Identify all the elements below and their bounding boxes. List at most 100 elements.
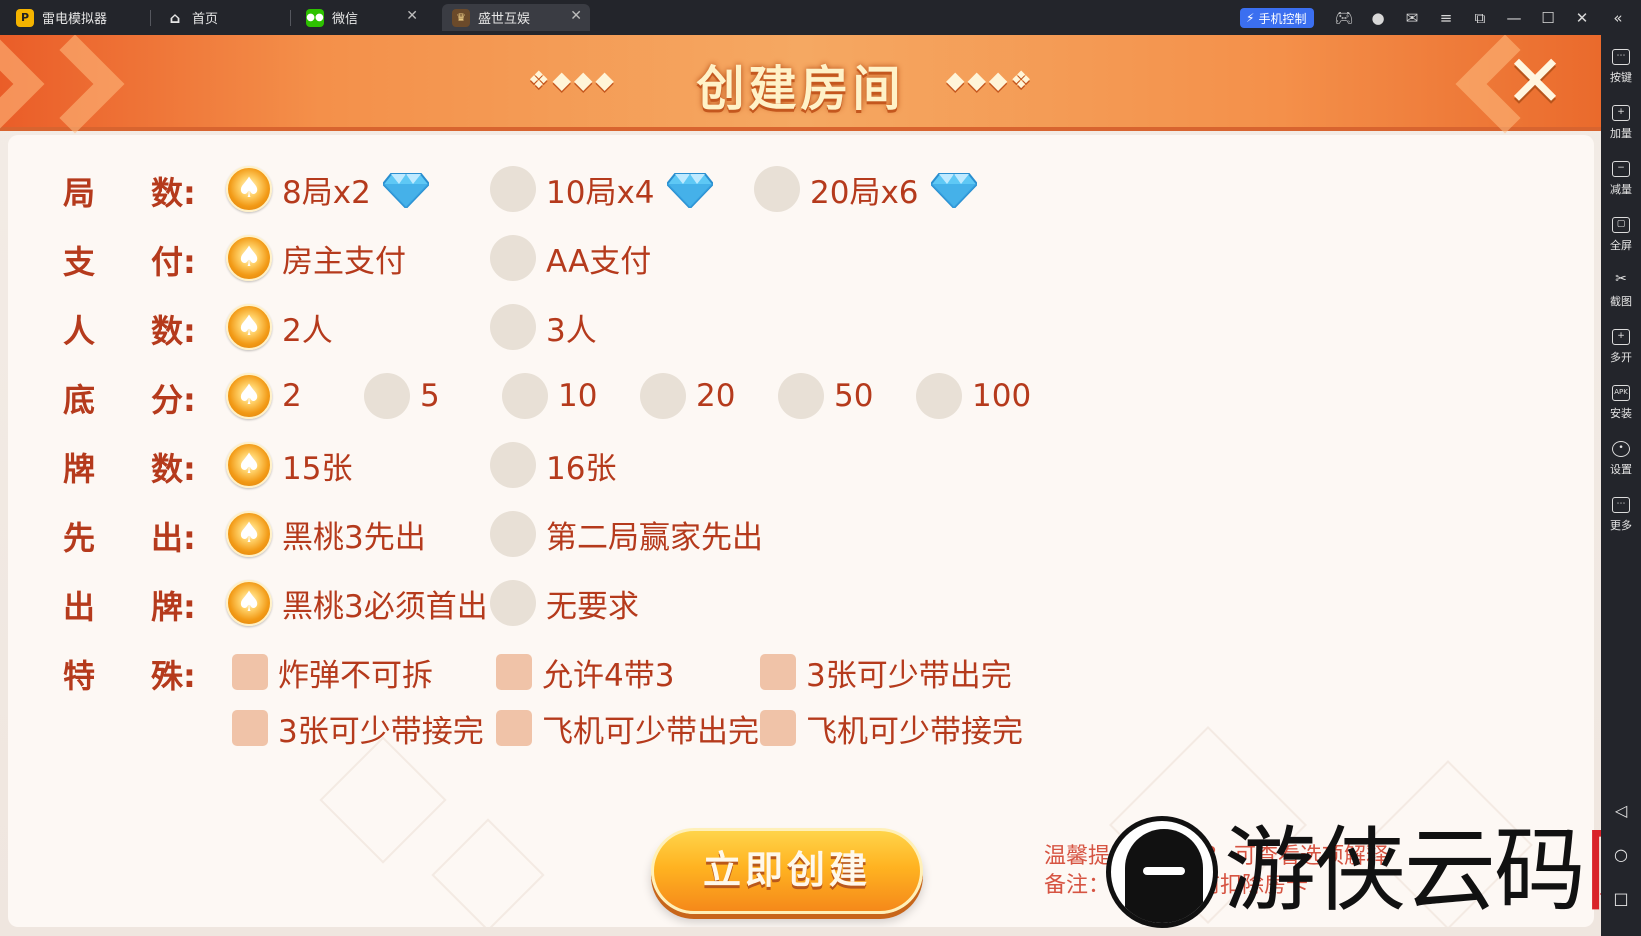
home-circle-icon[interactable]: ○ <box>1601 845 1641 864</box>
apk-install-icon: APK <box>1612 385 1630 401</box>
radio-option[interactable]: 第二局赢家先出 <box>490 509 763 559</box>
create-now-button[interactable]: 立即创建 <box>651 828 923 914</box>
close-dialog-icon[interactable]: ✕ <box>1500 45 1570 119</box>
collapse-sidebar-icon[interactable]: « <box>1608 8 1628 28</box>
sidebar-item-settings[interactable]: • 设置 <box>1601 441 1641 477</box>
checkbox-option[interactable]: 飞机可少带接完 <box>754 703 1023 753</box>
radio-selected-spade-icon[interactable] <box>226 580 272 626</box>
radio-option[interactable]: 2人 <box>226 302 333 352</box>
sidebar-item-screenshot[interactable]: ✂ 截图 <box>1601 271 1641 309</box>
checkbox-option[interactable]: 允许4带3 <box>490 647 674 697</box>
sidebar-label: 更多 <box>1610 519 1632 532</box>
game-screen: ❖◆◆◆ 创建房间 ◆◆◆❖ ✕ 局数:8局x210局x420局x6支付:房主支… <box>0 35 1601 936</box>
tab-game[interactable]: ♛ 盛世互娱 ✕ <box>442 4 590 31</box>
radio-option[interactable]: 10 <box>502 371 597 421</box>
radio-option[interactable]: 20 <box>640 371 735 421</box>
close-window-icon[interactable]: ✕ <box>1572 8 1592 28</box>
option-label: 黑桃3必须首出 <box>282 588 488 625</box>
radio-selected-spade-icon[interactable] <box>226 511 272 557</box>
option-label: 2人 <box>282 312 333 349</box>
radio-unselected-icon[interactable] <box>502 373 548 419</box>
scissors-icon: ✂ <box>1615 271 1627 287</box>
close-tab-icon[interactable]: ✕ <box>406 8 418 24</box>
sidebar-label: 截图 <box>1610 295 1632 308</box>
option-label: 50 <box>834 378 874 414</box>
row-label: 特 殊: <box>63 651 196 697</box>
radio-unselected-icon[interactable] <box>754 166 800 212</box>
radio-option[interactable]: 50 <box>778 371 873 421</box>
row-label-char: 数: <box>151 312 196 350</box>
radio-selected-spade-icon[interactable] <box>226 373 272 419</box>
sidebar-item-more[interactable]: ⋯ 更多 <box>1601 497 1641 533</box>
radio-selected-spade-icon[interactable] <box>226 166 272 212</box>
radio-unselected-icon[interactable] <box>490 304 536 350</box>
checkbox-option[interactable]: 3张可少带出完 <box>754 647 1012 697</box>
radio-option[interactable]: 20局x6 <box>754 164 978 214</box>
close-tab-icon[interactable]: ✕ <box>570 8 582 24</box>
back-icon[interactable]: ◁ <box>1601 801 1641 820</box>
radio-option[interactable]: 3人 <box>490 302 597 352</box>
sidebar-item-volume-down[interactable]: − 减量 <box>1601 161 1641 197</box>
radio-option[interactable]: 100 <box>916 371 1031 421</box>
radio-option[interactable]: 15张 <box>226 440 352 490</box>
checkbox[interactable] <box>232 654 268 690</box>
radio-selected-spade-icon[interactable] <box>226 304 272 350</box>
sidebar-item-multi[interactable]: + 多开 <box>1601 329 1641 365</box>
diamond-gem-icon <box>665 170 714 210</box>
radio-option[interactable]: 房主支付 <box>226 233 406 283</box>
minimize-icon[interactable]: — <box>1504 8 1524 28</box>
checkbox-label: 飞机可少带出完 <box>542 713 759 750</box>
menu-icon[interactable]: ≡ <box>1436 8 1456 28</box>
radio-unselected-icon[interactable] <box>916 373 962 419</box>
radio-unselected-icon[interactable] <box>490 442 536 488</box>
checkbox[interactable] <box>760 710 796 746</box>
radio-unselected-icon[interactable] <box>490 511 536 557</box>
radio-unselected-icon[interactable] <box>778 373 824 419</box>
radio-unselected-icon[interactable] <box>364 373 410 419</box>
phone-control-button[interactable]: ⚡ 手机控制 <box>1240 8 1315 28</box>
checkbox-option[interactable]: 3张可少带接完 <box>226 703 484 753</box>
option-row: 特 殊: 炸弹不可拆 允许4带3 3张可少带出完 3张可少带接完 飞机可少带出完 飞机可少带接… <box>8 643 1594 760</box>
options-list[interactable]: 局数:8局x210局x420局x6支付:房主支付AA支付人数:2人3人底分:25… <box>8 160 1594 760</box>
radio-option[interactable]: 16张 <box>490 440 616 490</box>
radio-unselected-icon[interactable] <box>640 373 686 419</box>
mail-icon[interactable]: ✉ <box>1402 8 1422 28</box>
radio-option[interactable]: 黑桃3先出 <box>226 509 426 559</box>
radio-unselected-icon[interactable] <box>490 166 536 212</box>
tab-home-label: 首页 <box>192 12 219 27</box>
sidebar-item-fullscreen[interactable]: ▢ 全屏 <box>1601 217 1641 253</box>
checkbox[interactable] <box>760 654 796 690</box>
tab-wechat[interactable]: ●● 微信 ✕ <box>296 4 426 31</box>
checkbox[interactable] <box>496 654 532 690</box>
sidebar-item-volume-up[interactable]: + 加量 <box>1601 105 1641 141</box>
tab-wechat-label: 微信 <box>332 12 359 27</box>
option-label: 16张 <box>546 450 617 487</box>
maximize-icon[interactable]: ☐ <box>1538 8 1558 28</box>
radio-unselected-icon[interactable] <box>490 235 536 281</box>
radio-option[interactable]: 10局x4 <box>490 164 714 214</box>
checkbox-option[interactable]: 炸弹不可拆 <box>226 647 433 697</box>
radio-selected-spade-icon[interactable] <box>226 442 272 488</box>
radio-selected-spade-icon[interactable] <box>226 235 272 281</box>
sidebar-item-install[interactable]: APK 安装 <box>1601 385 1641 421</box>
tab-home[interactable]: ⌂ 首页 <box>156 4 286 31</box>
checkbox[interactable] <box>232 710 268 746</box>
radio-option[interactable]: 无要求 <box>490 578 639 628</box>
option-row: 出 牌: 黑桃3必须首出 无要求 <box>8 574 1594 634</box>
option-label: 5 <box>420 378 440 414</box>
row-label-char: 出 <box>63 588 96 626</box>
radio-option[interactable]: 黑桃3必须首出 <box>226 578 488 628</box>
sidebar-item-keys[interactable]: ⋯ 按键 <box>1601 49 1641 85</box>
radio-unselected-icon[interactable] <box>490 580 536 626</box>
radio-option[interactable]: 5 <box>364 371 440 421</box>
restore-window-icon[interactable]: ⧉ <box>1470 8 1490 28</box>
gamepad-icon[interactable]: 🎮︎ <box>1334 8 1354 28</box>
option-row: 支 付: 房主支付 AA支付 <box>8 229 1594 289</box>
radio-option[interactable]: 2 <box>226 371 302 421</box>
user-avatar-icon[interactable]: ● <box>1368 8 1388 28</box>
checkbox-option[interactable]: 飞机可少带出完 <box>490 703 759 753</box>
radio-option[interactable]: 8局x2 <box>226 164 431 214</box>
checkbox[interactable] <box>496 710 532 746</box>
recent-square-icon[interactable]: □ <box>1601 889 1641 908</box>
radio-option[interactable]: AA支付 <box>490 233 651 283</box>
